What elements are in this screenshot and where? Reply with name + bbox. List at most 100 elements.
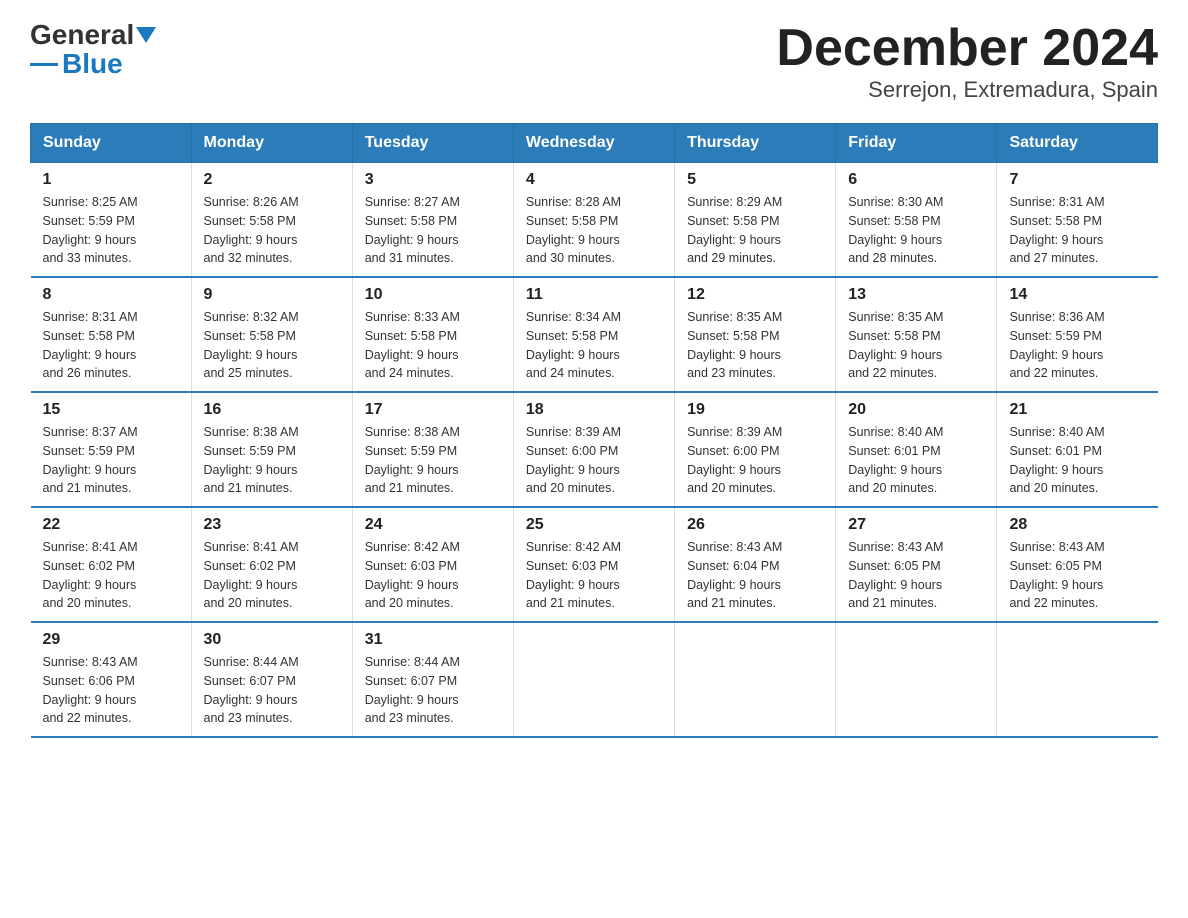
day-info: Sunrise: 8:41 AM Sunset: 6:02 PM Dayligh… [43,538,179,613]
table-row: 17 Sunrise: 8:38 AM Sunset: 5:59 PM Dayl… [352,392,513,507]
page-header: General Blue December 2024 Serrejon, Ext… [30,20,1158,103]
day-info: Sunrise: 8:38 AM Sunset: 5:59 PM Dayligh… [365,423,501,498]
calendar-week-row: 29 Sunrise: 8:43 AM Sunset: 6:06 PM Dayl… [31,622,1158,737]
day-info: Sunrise: 8:40 AM Sunset: 6:01 PM Dayligh… [1009,423,1145,498]
day-number: 5 [687,171,823,189]
title-block: December 2024 Serrejon, Extremadura, Spa… [776,20,1158,103]
day-info: Sunrise: 8:41 AM Sunset: 6:02 PM Dayligh… [204,538,340,613]
table-row: 18 Sunrise: 8:39 AM Sunset: 6:00 PM Dayl… [513,392,674,507]
day-number: 29 [43,631,179,649]
day-number: 8 [43,286,179,304]
day-info: Sunrise: 8:43 AM Sunset: 6:05 PM Dayligh… [848,538,984,613]
day-number: 6 [848,171,984,189]
day-info: Sunrise: 8:28 AM Sunset: 5:58 PM Dayligh… [526,193,662,268]
day-info: Sunrise: 8:36 AM Sunset: 5:59 PM Dayligh… [1009,308,1145,383]
day-number: 15 [43,401,179,419]
day-number: 22 [43,516,179,534]
table-row: 31 Sunrise: 8:44 AM Sunset: 6:07 PM Dayl… [352,622,513,737]
day-info: Sunrise: 8:44 AM Sunset: 6:07 PM Dayligh… [204,653,340,728]
logo-blue: Blue [62,49,123,80]
table-row [997,622,1158,737]
calendar-title: December 2024 [776,20,1158,77]
table-row: 28 Sunrise: 8:43 AM Sunset: 6:05 PM Dayl… [997,507,1158,622]
day-number: 24 [365,516,501,534]
table-row: 29 Sunrise: 8:43 AM Sunset: 6:06 PM Dayl… [31,622,192,737]
day-info: Sunrise: 8:39 AM Sunset: 6:00 PM Dayligh… [526,423,662,498]
day-info: Sunrise: 8:31 AM Sunset: 5:58 PM Dayligh… [43,308,179,383]
calendar-subtitle: Serrejon, Extremadura, Spain [776,77,1158,103]
table-row: 15 Sunrise: 8:37 AM Sunset: 5:59 PM Dayl… [31,392,192,507]
day-info: Sunrise: 8:26 AM Sunset: 5:58 PM Dayligh… [204,193,340,268]
day-number: 16 [204,401,340,419]
day-number: 19 [687,401,823,419]
day-info: Sunrise: 8:29 AM Sunset: 5:58 PM Dayligh… [687,193,823,268]
day-number: 31 [365,631,501,649]
table-row: 4 Sunrise: 8:28 AM Sunset: 5:58 PM Dayli… [513,163,674,278]
logo-triangle-icon [136,27,156,43]
day-number: 30 [204,631,340,649]
day-info: Sunrise: 8:43 AM Sunset: 6:06 PM Dayligh… [43,653,179,728]
table-row: 1 Sunrise: 8:25 AM Sunset: 5:59 PM Dayli… [31,163,192,278]
day-number: 12 [687,286,823,304]
header-saturday: Saturday [997,124,1158,163]
table-row [836,622,997,737]
calendar-week-row: 22 Sunrise: 8:41 AM Sunset: 6:02 PM Dayl… [31,507,1158,622]
table-row: 19 Sunrise: 8:39 AM Sunset: 6:00 PM Dayl… [675,392,836,507]
header-sunday: Sunday [31,124,192,163]
day-number: 20 [848,401,984,419]
table-row: 6 Sunrise: 8:30 AM Sunset: 5:58 PM Dayli… [836,163,997,278]
header-monday: Monday [191,124,352,163]
day-info: Sunrise: 8:43 AM Sunset: 6:04 PM Dayligh… [687,538,823,613]
logo-line [30,63,58,66]
day-info: Sunrise: 8:30 AM Sunset: 5:58 PM Dayligh… [848,193,984,268]
calendar-week-row: 1 Sunrise: 8:25 AM Sunset: 5:59 PM Dayli… [31,163,1158,278]
day-number: 23 [204,516,340,534]
day-info: Sunrise: 8:39 AM Sunset: 6:00 PM Dayligh… [687,423,823,498]
day-number: 26 [687,516,823,534]
day-info: Sunrise: 8:35 AM Sunset: 5:58 PM Dayligh… [848,308,984,383]
day-info: Sunrise: 8:43 AM Sunset: 6:05 PM Dayligh… [1009,538,1145,613]
table-row: 5 Sunrise: 8:29 AM Sunset: 5:58 PM Dayli… [675,163,836,278]
table-row: 30 Sunrise: 8:44 AM Sunset: 6:07 PM Dayl… [191,622,352,737]
table-row: 9 Sunrise: 8:32 AM Sunset: 5:58 PM Dayli… [191,277,352,392]
day-number: 4 [526,171,662,189]
calendar-week-row: 8 Sunrise: 8:31 AM Sunset: 5:58 PM Dayli… [31,277,1158,392]
day-info: Sunrise: 8:37 AM Sunset: 5:59 PM Dayligh… [43,423,179,498]
table-row: 14 Sunrise: 8:36 AM Sunset: 5:59 PM Dayl… [997,277,1158,392]
day-info: Sunrise: 8:34 AM Sunset: 5:58 PM Dayligh… [526,308,662,383]
day-info: Sunrise: 8:33 AM Sunset: 5:58 PM Dayligh… [365,308,501,383]
table-row: 23 Sunrise: 8:41 AM Sunset: 6:02 PM Dayl… [191,507,352,622]
day-number: 10 [365,286,501,304]
table-row: 27 Sunrise: 8:43 AM Sunset: 6:05 PM Dayl… [836,507,997,622]
table-row: 16 Sunrise: 8:38 AM Sunset: 5:59 PM Dayl… [191,392,352,507]
day-info: Sunrise: 8:32 AM Sunset: 5:58 PM Dayligh… [204,308,340,383]
day-number: 9 [204,286,340,304]
calendar-table: Sunday Monday Tuesday Wednesday Thursday… [30,123,1158,738]
day-info: Sunrise: 8:42 AM Sunset: 6:03 PM Dayligh… [365,538,501,613]
day-info: Sunrise: 8:40 AM Sunset: 6:01 PM Dayligh… [848,423,984,498]
day-info: Sunrise: 8:25 AM Sunset: 5:59 PM Dayligh… [43,193,179,268]
day-number: 7 [1009,171,1145,189]
table-row [675,622,836,737]
logo-general: General [30,20,134,51]
table-row: 26 Sunrise: 8:43 AM Sunset: 6:04 PM Dayl… [675,507,836,622]
day-number: 27 [848,516,984,534]
table-row: 22 Sunrise: 8:41 AM Sunset: 6:02 PM Dayl… [31,507,192,622]
day-number: 18 [526,401,662,419]
table-row: 8 Sunrise: 8:31 AM Sunset: 5:58 PM Dayli… [31,277,192,392]
header-tuesday: Tuesday [352,124,513,163]
table-row: 10 Sunrise: 8:33 AM Sunset: 5:58 PM Dayl… [352,277,513,392]
table-row: 7 Sunrise: 8:31 AM Sunset: 5:58 PM Dayli… [997,163,1158,278]
calendar-header-row: Sunday Monday Tuesday Wednesday Thursday… [31,124,1158,163]
day-number: 1 [43,171,179,189]
table-row [513,622,674,737]
table-row: 13 Sunrise: 8:35 AM Sunset: 5:58 PM Dayl… [836,277,997,392]
table-row: 25 Sunrise: 8:42 AM Sunset: 6:03 PM Dayl… [513,507,674,622]
header-wednesday: Wednesday [513,124,674,163]
header-thursday: Thursday [675,124,836,163]
day-number: 17 [365,401,501,419]
day-number: 25 [526,516,662,534]
logo: General Blue [30,20,156,80]
calendar-week-row: 15 Sunrise: 8:37 AM Sunset: 5:59 PM Dayl… [31,392,1158,507]
day-info: Sunrise: 8:38 AM Sunset: 5:59 PM Dayligh… [204,423,340,498]
